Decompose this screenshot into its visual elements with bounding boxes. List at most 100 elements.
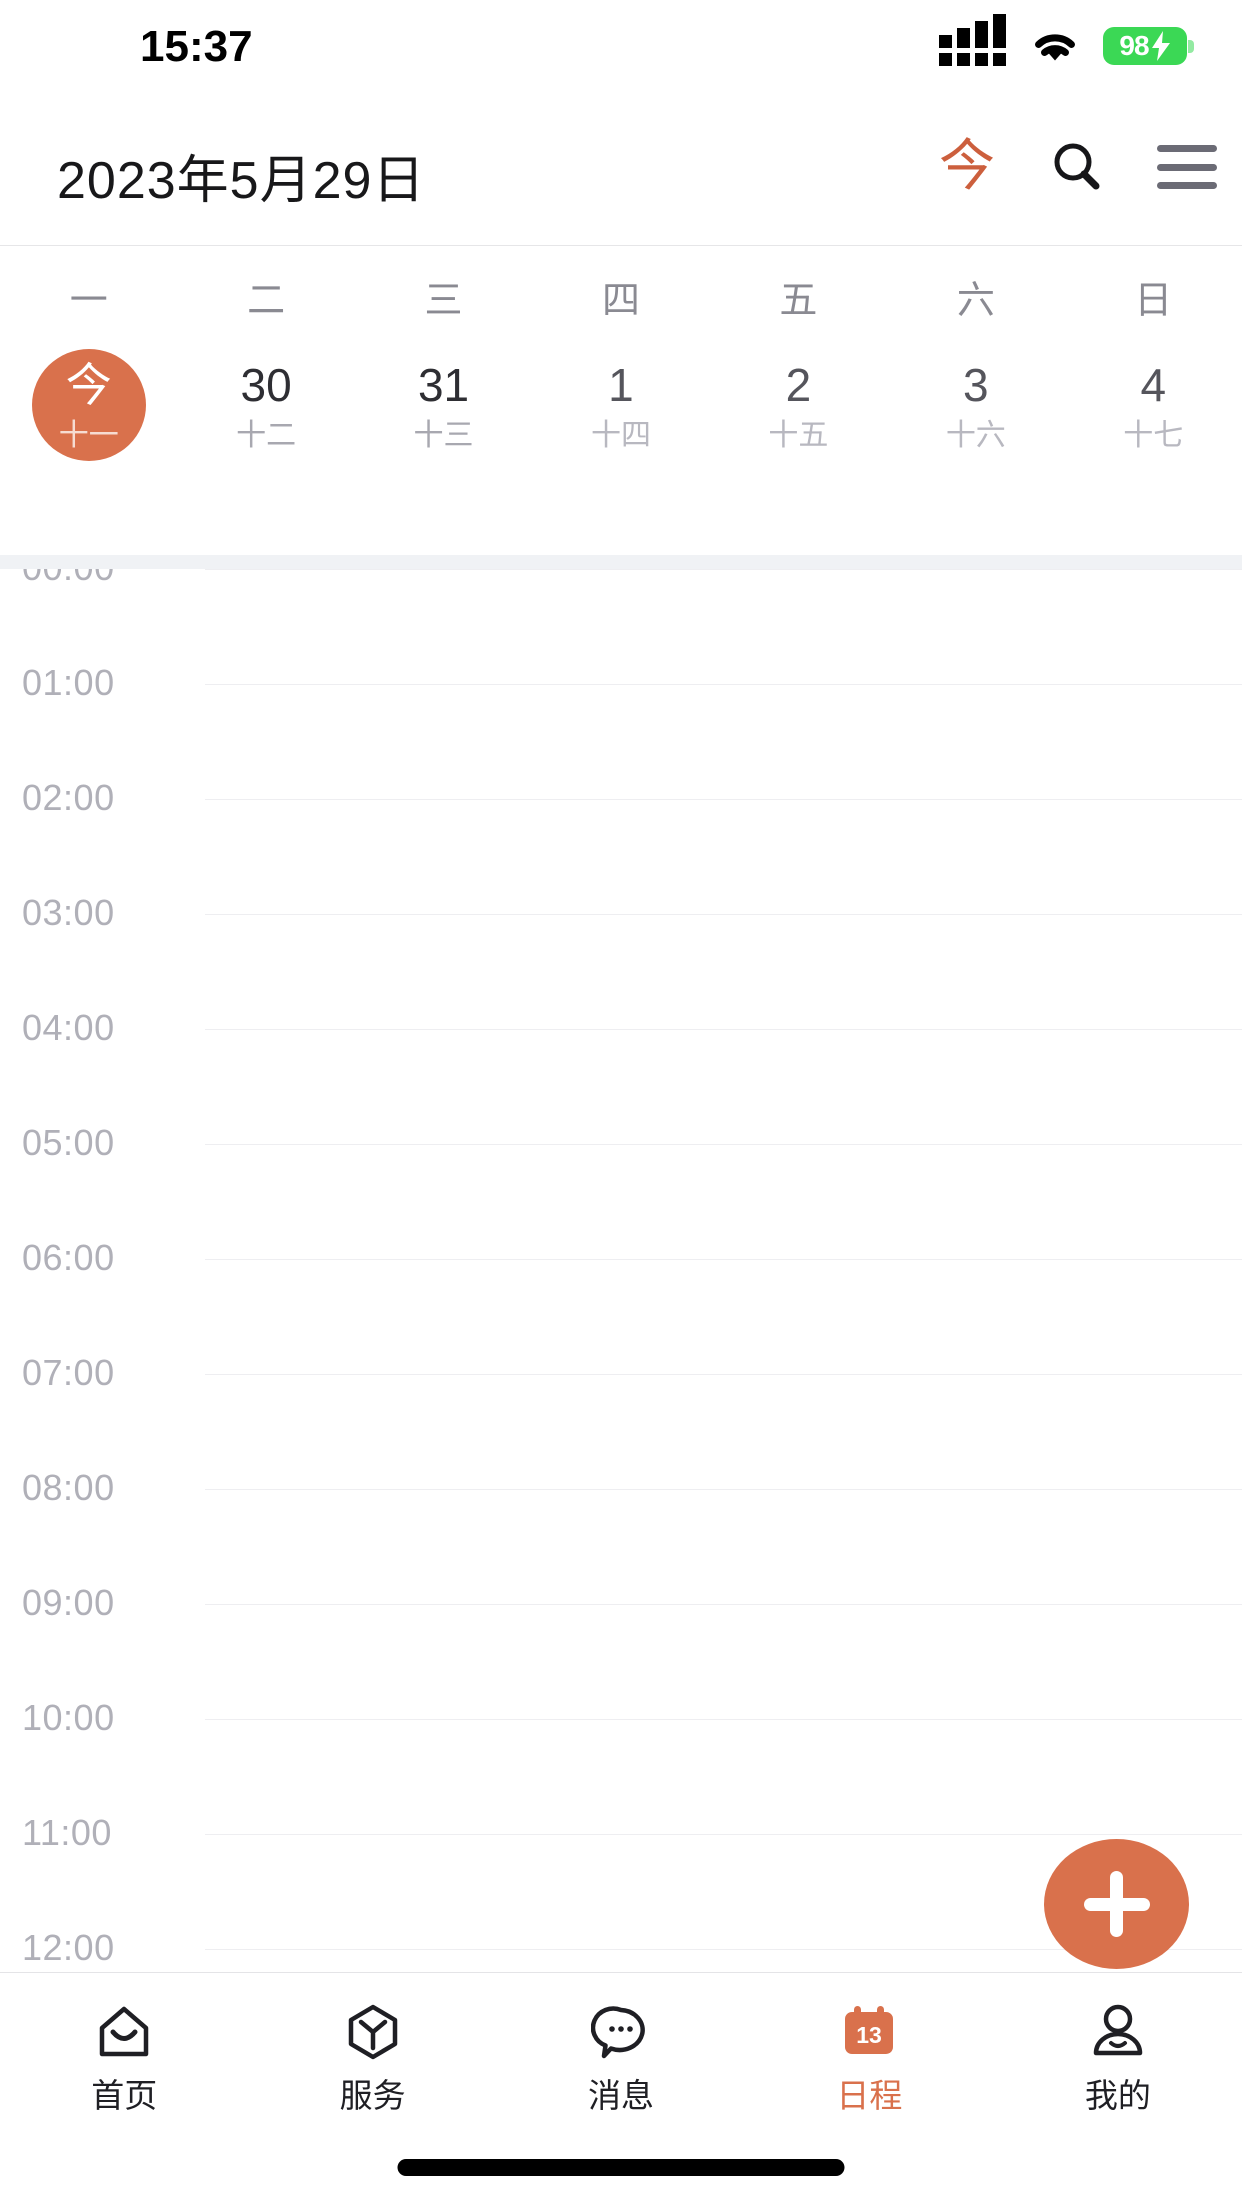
hour-row[interactable]: 08:00 bbox=[0, 1467, 1242, 1604]
hour-label: 08:00 bbox=[22, 1467, 115, 1508]
day-number: 4 bbox=[1140, 359, 1167, 411]
week-date-row: 今 十一 30 十二 31 十三 1 十四 2 十五 3 十六 4 十七 bbox=[0, 347, 1242, 507]
weekday-label: 四 bbox=[601, 280, 640, 322]
hour-gridline bbox=[205, 1259, 1242, 1260]
hour-label: 07:00 bbox=[22, 1352, 115, 1393]
hour-gridline bbox=[205, 1374, 1242, 1375]
hour-row[interactable]: 05:00 bbox=[0, 1122, 1242, 1259]
day-lunar: 十一 bbox=[58, 419, 119, 453]
battery-percent: 98 bbox=[1119, 30, 1149, 61]
person-icon bbox=[1085, 1999, 1151, 2065]
day-time-grid[interactable]: 00:00 01:00 02:00 03:00 04:00 05:00 06:00 07:00… bbox=[0, 569, 1242, 1972]
hour-gridline bbox=[205, 1834, 1242, 1835]
weekday-label: 日 bbox=[1134, 280, 1173, 322]
hour-row[interactable]: 01:00 bbox=[0, 662, 1242, 799]
hour-gridline bbox=[205, 1719, 1242, 1720]
hour-gridline bbox=[205, 799, 1242, 800]
day-number: 31 bbox=[417, 359, 470, 411]
battery-indicator: 98 bbox=[1103, 27, 1194, 65]
tab-profile[interactable]: 我的 bbox=[994, 1973, 1242, 2143]
search-button[interactable] bbox=[1022, 88, 1132, 246]
status-bar-clock: 15:37 bbox=[140, 22, 253, 71]
add-event-fab[interactable] bbox=[1044, 1839, 1189, 1969]
calendar-badge-number: 13 bbox=[857, 2022, 883, 2048]
hour-label: 09:00 bbox=[22, 1582, 115, 1623]
day-lunar: 十四 bbox=[590, 419, 651, 453]
status-bar-indicators: 98 bbox=[939, 14, 1194, 66]
hour-gridline bbox=[205, 569, 1242, 570]
weekday-label: 六 bbox=[956, 280, 995, 322]
signal-bars-icon bbox=[939, 14, 1007, 66]
today-button[interactable]: 今 bbox=[912, 88, 1022, 246]
day-number: 3 bbox=[963, 359, 989, 411]
today-glyph: 今 bbox=[939, 134, 995, 199]
day-lunar: 十二 bbox=[236, 419, 297, 453]
charging-bolt-icon bbox=[1151, 31, 1170, 61]
day-cell-4[interactable]: 2 十五 bbox=[710, 347, 887, 507]
hour-row[interactable]: 06:00 bbox=[0, 1237, 1242, 1374]
status-bar: 15:37 98 bbox=[0, 0, 1242, 88]
hour-row[interactable]: 00:00 bbox=[0, 569, 1242, 684]
day-lunar: 十七 bbox=[1123, 419, 1184, 453]
hour-gridline bbox=[205, 914, 1242, 915]
menu-button[interactable] bbox=[1132, 88, 1242, 246]
day-lunar: 十六 bbox=[945, 419, 1006, 453]
section-divider bbox=[0, 555, 1242, 569]
weekday-label: 一 bbox=[69, 280, 108, 322]
day-cell-1[interactable]: 30 十二 bbox=[177, 347, 354, 507]
weekday-header-row: 一 二 三 四 五 六 日 bbox=[0, 269, 1242, 324]
day-lunar: 十三 bbox=[413, 419, 474, 453]
hour-label: 04:00 bbox=[22, 1007, 115, 1048]
week-strip: 一 二 三 四 五 六 日 今 十一 30 十二 31 十三 1 十四 2 十五… bbox=[0, 247, 1242, 555]
tab-services[interactable]: 服务 bbox=[248, 1973, 496, 2143]
hour-label: 10:00 bbox=[22, 1697, 115, 1738]
day-cell-2[interactable]: 31 十三 bbox=[355, 347, 532, 507]
hour-row[interactable]: 12:00 bbox=[0, 1927, 1242, 1972]
tab-label: 我的 bbox=[1084, 2077, 1151, 2114]
day-number: 30 bbox=[240, 359, 292, 411]
hour-row[interactable]: 02:00 bbox=[0, 777, 1242, 914]
day-number: 2 bbox=[785, 359, 812, 411]
hour-label: 06:00 bbox=[22, 1237, 115, 1278]
hour-row[interactable]: 07:00 bbox=[0, 1352, 1242, 1489]
day-cell-0[interactable]: 今 十一 bbox=[0, 347, 177, 507]
hour-label: 03:00 bbox=[22, 892, 115, 933]
tab-label: 日程 bbox=[836, 2077, 903, 2114]
hour-gridline bbox=[205, 684, 1242, 685]
tab-label: 消息 bbox=[588, 2077, 655, 2114]
hour-label: 02:00 bbox=[22, 777, 115, 818]
hour-label: 00:00 bbox=[22, 569, 115, 589]
day-number: 1 bbox=[608, 359, 634, 411]
chat-icon bbox=[588, 1999, 654, 2065]
hour-row[interactable]: 04:00 bbox=[0, 1007, 1242, 1144]
hour-gridline bbox=[205, 1029, 1242, 1030]
cube-icon bbox=[340, 1999, 406, 2065]
home-icon bbox=[91, 1999, 157, 2065]
hour-row[interactable]: 09:00 bbox=[0, 1582, 1242, 1719]
weekday-label: 三 bbox=[424, 280, 463, 322]
day-cell-3[interactable]: 1 十四 bbox=[532, 347, 709, 507]
header-actions: 今 bbox=[912, 88, 1242, 246]
wifi-icon bbox=[1035, 34, 1075, 61]
tab-home[interactable]: 首页 bbox=[0, 1973, 248, 2143]
hour-row[interactable]: 10:00 bbox=[0, 1697, 1242, 1834]
calendar-icon: 13 bbox=[836, 1999, 902, 2065]
weekday-label: 五 bbox=[779, 280, 818, 322]
day-cell-6[interactable]: 4 十七 bbox=[1065, 347, 1242, 507]
tab-schedule[interactable]: 13 日程 bbox=[745, 1973, 993, 2143]
tab-label: 首页 bbox=[91, 2077, 158, 2114]
page-title: 2023年5月29日 bbox=[57, 152, 426, 210]
app-header: 2023年5月29日 今 bbox=[0, 88, 1242, 246]
hour-gridline bbox=[205, 1489, 1242, 1490]
day-lunar: 十五 bbox=[768, 419, 829, 453]
hour-row[interactable]: 03:00 bbox=[0, 892, 1242, 1029]
home-indicator bbox=[397, 2159, 845, 2176]
day-cell-5[interactable]: 3 十六 bbox=[887, 347, 1064, 507]
hamburger-menu-icon bbox=[1157, 145, 1217, 189]
day-number: 今 bbox=[65, 359, 112, 411]
hour-label: 12:00 bbox=[22, 1927, 115, 1968]
app-screen: 15:37 98 2023年5月29日 今 一 二 三 四 五 六 日 今 十一… bbox=[0, 0, 1242, 2208]
hour-gridline bbox=[205, 1604, 1242, 1605]
search-icon bbox=[1054, 143, 1100, 190]
tab-messages[interactable]: 消息 bbox=[497, 1973, 745, 2143]
